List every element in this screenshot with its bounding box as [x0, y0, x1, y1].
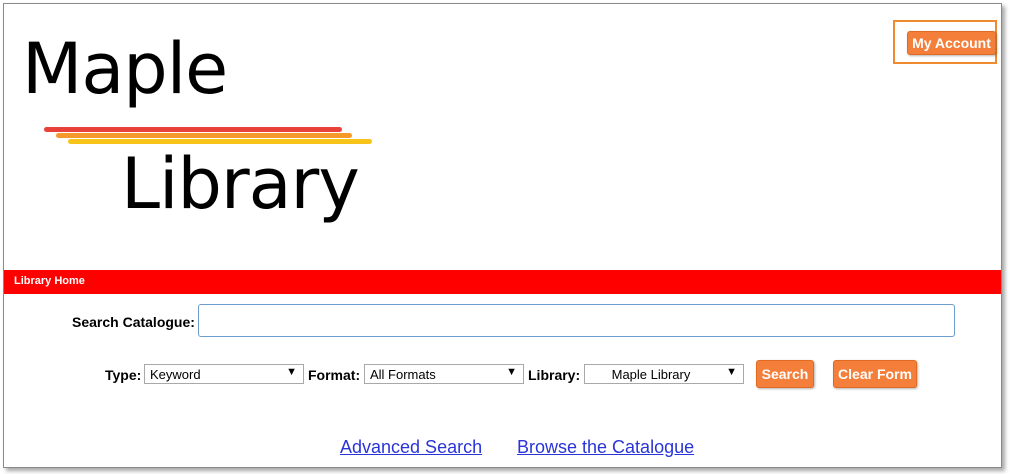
dropdown-arrow-icon: ▼ — [726, 366, 737, 378]
nav-library-home-link[interactable]: Library Home — [14, 275, 85, 287]
catalogue-page: Maple Library My Account Library Home Se… — [3, 3, 1002, 468]
dropdown-arrow-icon: ▼ — [506, 366, 517, 378]
clear-form-button[interactable]: Clear Form — [833, 360, 917, 388]
advanced-search-link[interactable]: Advanced Search — [340, 437, 482, 458]
type-select[interactable]: Keyword ▼ — [144, 364, 304, 384]
search-button[interactable]: Search — [756, 360, 814, 388]
type-select-value: Keyword — [150, 367, 201, 382]
library-select[interactable]: Maple Library ▼ — [584, 364, 744, 384]
format-select-value: All Formats — [370, 367, 436, 382]
search-catalogue-label: Search Catalogue: — [72, 314, 195, 330]
logo-stroke-orange — [56, 133, 352, 138]
logo-text-maple: Maple — [22, 28, 228, 110]
nav-bar: Library Home — [4, 270, 1001, 294]
search-input[interactable] — [198, 304, 955, 337]
library-label: Library: — [528, 367, 581, 383]
browse-catalogue-link[interactable]: Browse the Catalogue — [517, 437, 694, 458]
logo-stroke-red — [44, 127, 342, 132]
my-account-button[interactable]: My Account — [907, 31, 996, 55]
dropdown-arrow-icon: ▼ — [286, 366, 297, 378]
logo-text-library: Library — [121, 143, 360, 225]
format-label: Format: — [308, 367, 361, 383]
format-select[interactable]: All Formats ▼ — [364, 364, 524, 384]
library-select-value: Maple Library — [611, 367, 691, 382]
type-label: Type: — [105, 367, 142, 383]
